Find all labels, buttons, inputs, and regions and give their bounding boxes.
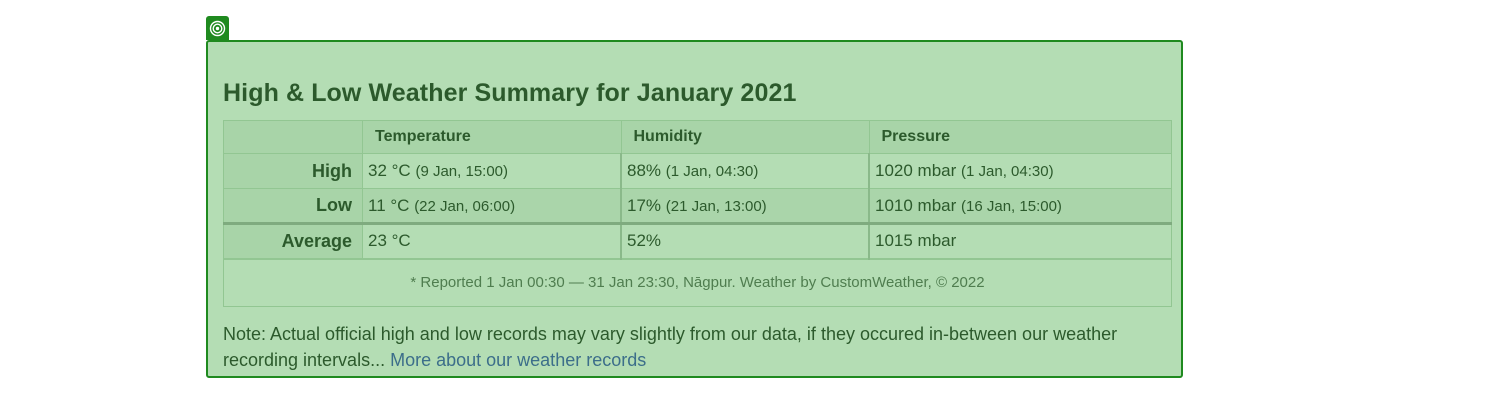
high-humidity-time: (1 Jan, 04:30) xyxy=(665,163,759,180)
average-temperature-value: 23 °C xyxy=(368,231,411,251)
table-footnote: * Reported 1 Jan 00:30 — 31 Jan 23:30, N… xyxy=(223,257,1172,307)
weather-summary-panel: High & Low Weather Summary for January 2… xyxy=(206,40,1183,378)
average-temperature-cell: 23 °C xyxy=(362,222,622,259)
table-header-row: Temperature Humidity Pressure xyxy=(223,120,1172,154)
high-pressure-time: (1 Jan, 04:30) xyxy=(961,163,1054,180)
average-pressure-value: 1015 mbar xyxy=(875,231,957,251)
header-humidity: Humidity xyxy=(620,120,870,154)
header-corner xyxy=(223,120,363,154)
row-label-low: Low xyxy=(223,188,363,224)
low-pressure-cell: 1010 mbar (16 Jan, 15:00) xyxy=(868,188,1172,224)
low-humidity-value: 17% xyxy=(627,195,662,215)
high-humidity-cell: 88% (1 Jan, 04:30) xyxy=(620,153,870,189)
row-label-high: High xyxy=(223,153,363,189)
summary-title: High & Low Weather Summary for January 2… xyxy=(223,79,797,107)
target-icon xyxy=(209,20,226,36)
summary-table: Temperature Humidity Pressure High 32 °C… xyxy=(223,120,1172,307)
table-footer-row: * Reported 1 Jan 00:30 — 31 Jan 23:30, N… xyxy=(223,257,1172,307)
low-humidity-time: (21 Jan, 13:00) xyxy=(665,197,767,215)
high-temperature-value: 32 °C xyxy=(368,161,411,180)
high-pressure-value: 1020 mbar xyxy=(875,161,957,180)
widget-badge[interactable] xyxy=(206,16,229,40)
low-temperature-value: 11 °C xyxy=(368,195,410,215)
high-pressure-cell: 1020 mbar (1 Jan, 04:30) xyxy=(868,153,1172,189)
high-humidity-value: 88% xyxy=(627,161,662,180)
high-temperature-cell: 32 °C (9 Jan, 15:00) xyxy=(362,153,622,189)
low-pressure-value: 1010 mbar xyxy=(875,195,957,215)
table-row-high: High 32 °C (9 Jan, 15:00) 88% (1 Jan, 04… xyxy=(223,153,1172,189)
row-label-average: Average xyxy=(223,222,363,259)
weather-records-link[interactable]: More about our weather records xyxy=(390,350,646,370)
note-text: Note: Actual official high and low recor… xyxy=(223,324,1118,370)
low-humidity-cell: 17% (21 Jan, 13:00) xyxy=(620,188,870,224)
low-temperature-time: (22 Jan, 06:00) xyxy=(414,197,516,215)
header-temperature: Temperature xyxy=(362,120,622,154)
table-row-average: Average 23 °C 52% 1015 mbar xyxy=(223,222,1172,259)
high-temperature-time: (9 Jan, 15:00) xyxy=(415,163,509,180)
average-humidity-cell: 52% xyxy=(620,222,870,259)
low-pressure-time: (16 Jan, 15:00) xyxy=(961,197,1062,215)
records-note: Note: Actual official high and low recor… xyxy=(223,321,1178,373)
header-pressure: Pressure xyxy=(868,120,1172,154)
average-humidity-value: 52% xyxy=(627,231,662,251)
low-temperature-cell: 11 °C (22 Jan, 06:00) xyxy=(362,188,622,224)
table-row-low: Low 11 °C (22 Jan, 06:00) 17% (21 Jan, 1… xyxy=(223,188,1172,224)
average-pressure-cell: 1015 mbar xyxy=(868,222,1172,259)
